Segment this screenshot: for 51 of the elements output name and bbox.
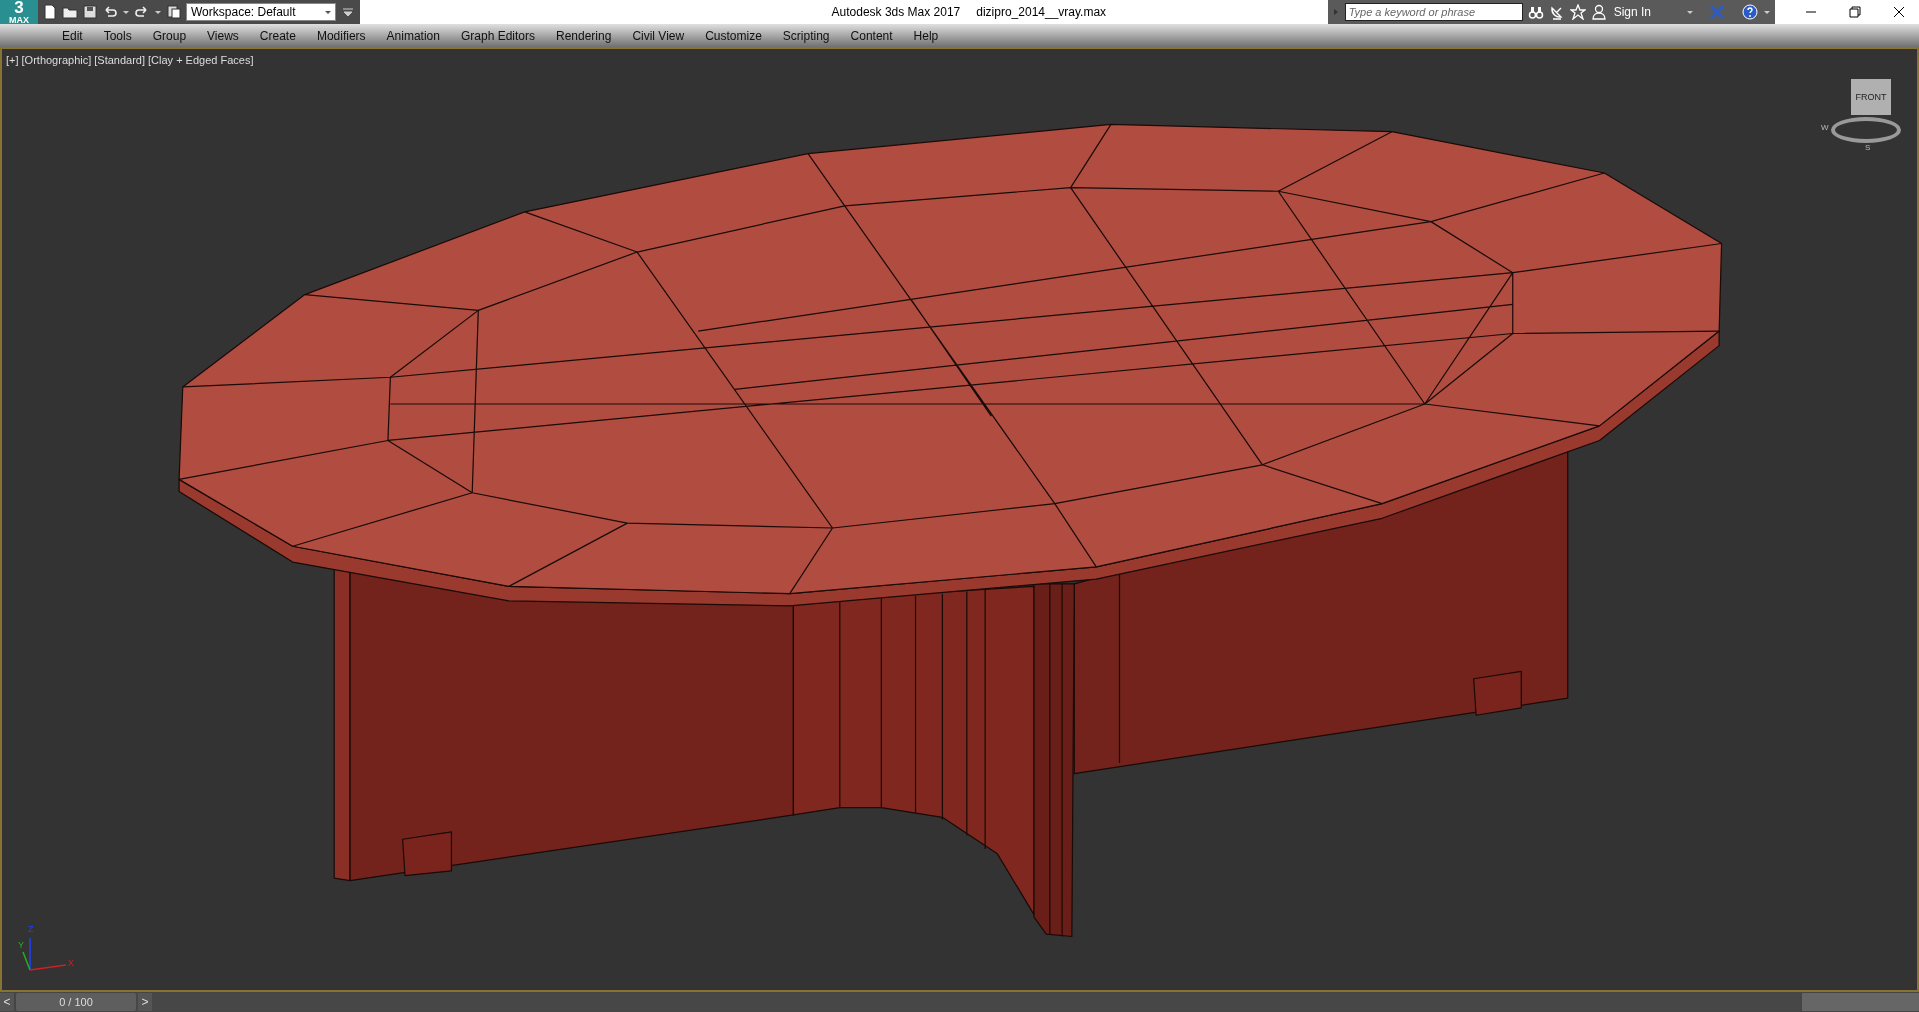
view-cube[interactable]: FRONT <box>1851 79 1891 115</box>
caret-icon[interactable] <box>122 8 130 16</box>
compass-label: S <box>1865 143 1871 152</box>
save-icon[interactable] <box>82 4 98 20</box>
viewport[interactable]: [+] [Orthographic] [Standard] [Clay + Edged Faces] FRONT W S Z Y X <box>0 49 1919 992</box>
menu-item[interactable]: Group <box>142 28 198 43</box>
menu-item[interactable]: Create <box>249 28 307 43</box>
menu-item[interactable]: Modifiers <box>306 28 377 43</box>
next-frame-button[interactable]: > <box>138 993 152 1011</box>
menu-item[interactable]: Content <box>840 28 904 43</box>
new-file-icon[interactable] <box>42 4 58 20</box>
star-icon[interactable] <box>1569 4 1586 20</box>
menu-item[interactable]: Graph Editors <box>450 28 546 43</box>
menu-item[interactable]: Animation <box>376 28 451 43</box>
menu-item[interactable]: Customize <box>695 28 773 43</box>
compass-label: W <box>1821 123 1829 132</box>
folder-icon[interactable] <box>62 4 78 20</box>
satellite-dish-icon[interactable] <box>1548 4 1565 20</box>
caret-icon[interactable] <box>1686 8 1694 16</box>
viewport-label[interactable]: [Orthographic] <box>21 54 92 66</box>
menu-item[interactable]: Edit <box>52 28 94 43</box>
viewport-label[interactable]: [Standard] <box>94 54 145 66</box>
menu-item[interactable]: Scripting <box>772 28 841 43</box>
viewport-label[interactable]: [Clay + Edged Faces] <box>148 54 254 66</box>
menu-item[interactable]: Views <box>197 28 250 43</box>
window-title: Autodesk 3ds Max 2017 <box>831 5 961 19</box>
binoculars-icon[interactable] <box>1527 4 1544 20</box>
caret-icon[interactable] <box>154 8 162 16</box>
axis-label: Y <box>18 940 24 950</box>
axis-label: Z <box>28 924 34 934</box>
menu-item[interactable]: Rendering <box>546 28 623 43</box>
axis-label: X <box>68 958 74 968</box>
search-field[interactable]: Type a keyword or phrase <box>1344 3 1523 21</box>
caret-icon[interactable] <box>1763 8 1771 16</box>
menu-item[interactable]: Help <box>903 28 950 43</box>
viewport-label[interactable]: [+] <box>6 54 19 66</box>
previous-frame-button[interactable]: < <box>0 993 14 1011</box>
undo-icon[interactable] <box>102 4 118 20</box>
app-logo[interactable]: 3 MAX <box>0 0 38 24</box>
sign-in-button[interactable]: Sign In <box>1611 5 1681 19</box>
menu-item[interactable]: Tools <box>93 28 143 43</box>
workspace-dropdown[interactable]: Workspace: Default <box>186 3 336 21</box>
help-icon[interactable] <box>1742 4 1758 20</box>
file-name: dizipro_2014__vray.max <box>976 5 1107 19</box>
restore-icon[interactable] <box>1849 6 1861 18</box>
user-icon[interactable] <box>1590 4 1607 20</box>
time-slider-thumb[interactable]: 0 / 100 <box>16 993 136 1011</box>
menu-item[interactable]: Civil View <box>622 28 696 43</box>
redo-icon[interactable] <box>134 4 150 20</box>
close-icon[interactable] <box>1893 6 1905 18</box>
project-icon[interactable] <box>166 4 182 20</box>
